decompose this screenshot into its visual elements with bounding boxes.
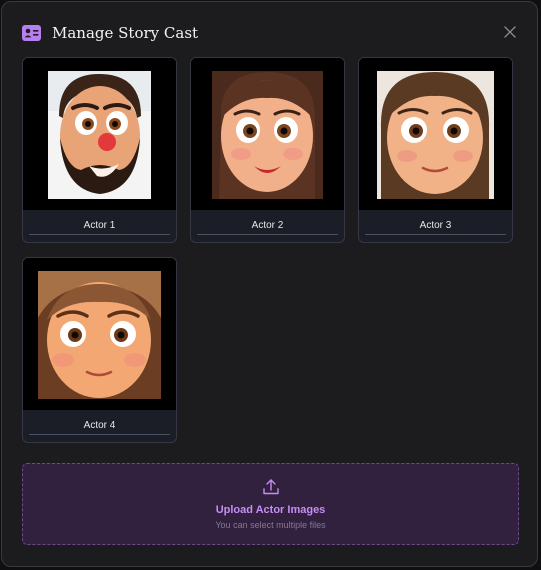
actor-photo: [359, 58, 512, 210]
upload-dropzone[interactable]: Upload Actor Images You can select multi…: [22, 463, 519, 545]
upload-subtitle: You can select multiple files: [215, 520, 326, 530]
actor-photo: [23, 58, 176, 210]
close-icon[interactable]: [503, 25, 517, 39]
actor-photo: [191, 58, 344, 210]
actor-name: Actor 1: [29, 217, 170, 235]
actor-card[interactable]: Actor 1: [22, 57, 177, 243]
upload-icon: [263, 479, 279, 495]
contact-card-icon: [22, 25, 41, 41]
actor-card[interactable]: Actor 3: [358, 57, 513, 243]
actor-name: Actor 4: [29, 417, 170, 435]
upload-title: Upload Actor Images: [215, 504, 326, 516]
manage-cast-dialog: Manage Story Cast Actor 1 Actor 2 Actor …: [1, 1, 538, 567]
actor-card[interactable]: Actor 4: [22, 257, 177, 443]
actor-name: Actor 2: [197, 217, 338, 235]
actor-photo: [23, 258, 176, 410]
actor-card[interactable]: Actor 2: [190, 57, 345, 243]
actor-name: Actor 3: [365, 217, 506, 235]
dialog-title: Manage Story Cast: [52, 24, 199, 42]
